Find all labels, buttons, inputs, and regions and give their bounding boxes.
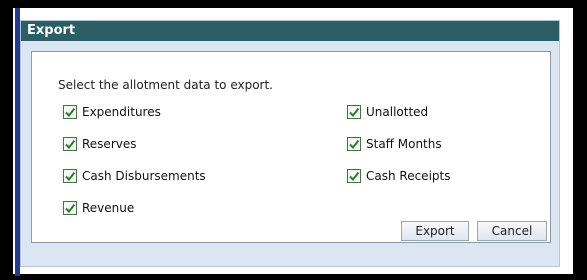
checkmark-icon xyxy=(65,171,76,182)
option-label: Reserves xyxy=(82,137,137,151)
reserves-checkbox[interactable] xyxy=(63,137,77,151)
dialog-title: Export xyxy=(21,21,559,41)
checkmark-icon xyxy=(65,203,76,214)
checkmark-icon xyxy=(65,139,76,150)
cash-receipts-checkbox[interactable] xyxy=(347,169,361,183)
option-label: Revenue xyxy=(82,201,135,215)
option-cash-receipts[interactable]: Cash Receipts xyxy=(347,167,450,185)
staff-months-checkbox[interactable] xyxy=(347,137,361,151)
revenue-checkbox[interactable] xyxy=(63,201,77,215)
checkmark-icon xyxy=(349,139,360,150)
option-label: Staff Months xyxy=(366,137,442,151)
expenditures-checkbox[interactable] xyxy=(63,105,77,119)
cash-disbursements-checkbox[interactable] xyxy=(63,169,77,183)
export-prompt: Select the allotment data to export. xyxy=(58,78,273,92)
checkmark-icon xyxy=(349,107,360,118)
export-button[interactable]: Export xyxy=(401,221,469,241)
option-expenditures[interactable]: Expenditures xyxy=(63,103,161,121)
checkmark-icon xyxy=(65,107,76,118)
option-reserves[interactable]: Reserves xyxy=(63,135,137,153)
cancel-button[interactable]: Cancel xyxy=(477,221,547,241)
option-staff-months[interactable]: Staff Months xyxy=(347,135,442,153)
option-unallotted[interactable]: Unallotted xyxy=(347,103,428,121)
option-revenue[interactable]: Revenue xyxy=(63,199,134,217)
option-cash-disbursements[interactable]: Cash Disbursements xyxy=(63,167,206,185)
option-label: Expenditures xyxy=(82,105,161,119)
unallotted-checkbox[interactable] xyxy=(347,105,361,119)
option-label: Cash Disbursements xyxy=(82,169,206,183)
checkmark-icon xyxy=(349,171,360,182)
option-label: Cash Receipts xyxy=(366,169,451,183)
option-label: Unallotted xyxy=(366,105,429,119)
